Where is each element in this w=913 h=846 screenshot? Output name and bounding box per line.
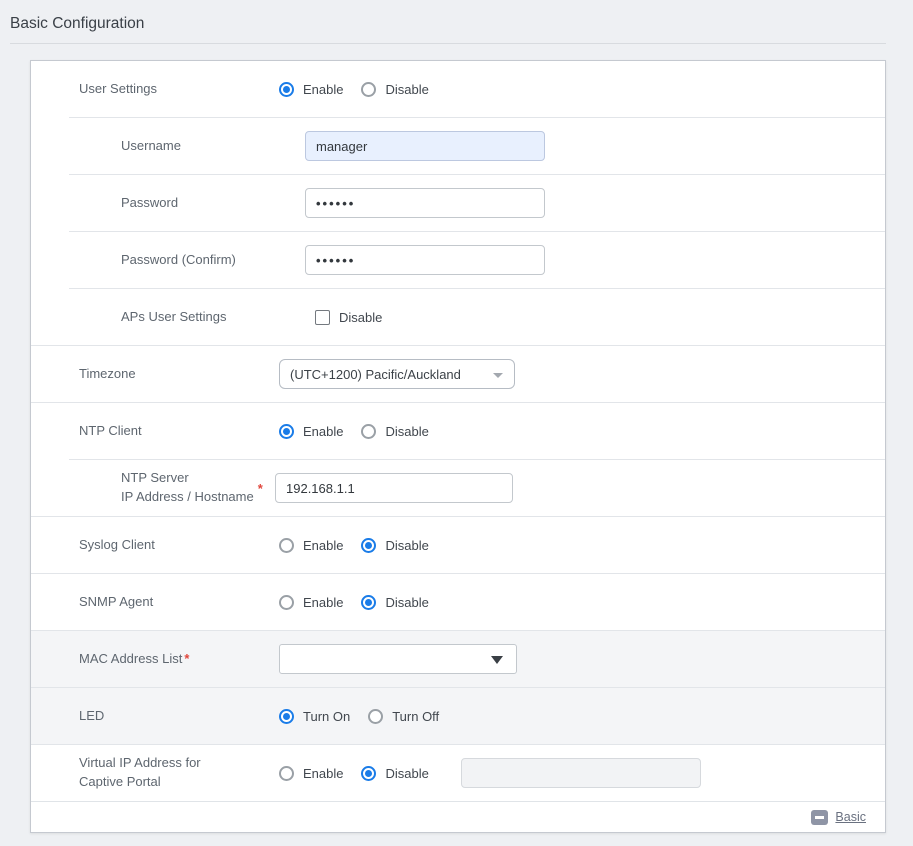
ntp-client-disable-label: Disable <box>385 424 428 439</box>
user-settings-disable-option[interactable]: Disable <box>361 82 428 97</box>
required-asterisk: * <box>184 651 189 666</box>
virtual-ip-enable-label: Enable <box>303 766 343 781</box>
row-virtual-ip: Virtual IP Address for Captive Portal En… <box>31 745 885 801</box>
syslog-client-enable-radio[interactable] <box>279 538 294 553</box>
ntp-client-enable-option[interactable]: Enable <box>279 424 343 439</box>
ntp-client-enable-radio[interactable] <box>279 424 294 439</box>
row-syslog-client: Syslog Client Enable Disable <box>31 517 885 573</box>
virtual-ip-input <box>461 758 701 788</box>
password-confirm-input[interactable] <box>305 245 545 275</box>
led-turn-off-option[interactable]: Turn Off <box>368 709 439 724</box>
snmp-agent-label: SNMP Agent <box>79 593 279 612</box>
row-snmp-agent: SNMP Agent Enable Disable <box>31 574 885 630</box>
user-settings-enable-radio[interactable] <box>279 82 294 97</box>
row-ntp-server: NTP Server IP Address / Hostname * <box>31 460 885 516</box>
led-turn-off-radio[interactable] <box>368 709 383 724</box>
page-header: Basic Configuration <box>0 0 913 43</box>
row-password: Password <box>31 175 885 231</box>
password-confirm-label: Password (Confirm) <box>121 251 305 270</box>
ntp-client-disable-option[interactable]: Disable <box>361 424 428 439</box>
syslog-client-disable-radio[interactable] <box>361 538 376 553</box>
ntp-client-label: NTP Client <box>79 422 279 441</box>
basic-configuration-panel: User Settings Enable Disable Username Pa… <box>30 60 886 833</box>
timezone-select[interactable]: (UTC+1200) Pacific/Auckland <box>279 359 515 389</box>
snmp-agent-disable-radio[interactable] <box>361 595 376 610</box>
password-input[interactable] <box>305 188 545 218</box>
ntp-client-enable-label: Enable <box>303 424 343 439</box>
led-label: LED <box>79 707 279 726</box>
user-settings-disable-label: Disable <box>385 82 428 97</box>
aps-user-settings-label: APs User Settings <box>121 308 315 327</box>
virtual-ip-enable-option[interactable]: Enable <box>279 766 343 781</box>
virtual-ip-label: Virtual IP Address for Captive Portal <box>79 754 279 792</box>
syslog-client-disable-option[interactable]: Disable <box>361 538 428 553</box>
chevron-down-icon <box>493 373 503 378</box>
username-input[interactable] <box>305 131 545 161</box>
ntp-client-disable-radio[interactable] <box>361 424 376 439</box>
led-turn-on-label: Turn On <box>303 709 350 724</box>
basic-collapse-link[interactable]: Basic <box>835 810 866 824</box>
snmp-agent-enable-option[interactable]: Enable <box>279 595 343 610</box>
ntp-server-label: NTP Server IP Address / Hostname <box>121 469 254 507</box>
header-divider <box>10 43 886 44</box>
snmp-agent-disable-label: Disable <box>385 595 428 610</box>
row-aps-user-settings: APs User Settings Disable <box>31 289 885 345</box>
aps-user-settings-checkbox-label: Disable <box>339 310 382 325</box>
virtual-ip-disable-radio[interactable] <box>361 766 376 781</box>
syslog-client-label: Syslog Client <box>79 536 279 555</box>
virtual-ip-enable-radio[interactable] <box>279 766 294 781</box>
ntp-server-label-wrap: NTP Server IP Address / Hostname * <box>121 469 275 507</box>
led-turn-on-option[interactable]: Turn On <box>279 709 350 724</box>
led-turn-off-label: Turn Off <box>392 709 439 724</box>
user-settings-enable-option[interactable]: Enable <box>279 82 343 97</box>
row-ntp-client: NTP Client Enable Disable <box>31 403 885 459</box>
virtual-ip-disable-option[interactable]: Disable <box>361 766 428 781</box>
user-settings-label: User Settings <box>79 80 279 99</box>
page-title: Basic Configuration <box>10 15 903 33</box>
password-label: Password <box>121 194 305 213</box>
row-user-settings: User Settings Enable Disable <box>31 61 885 117</box>
row-mac-address-list: MAC Address List* <box>31 631 885 687</box>
required-asterisk: * <box>258 481 263 496</box>
syslog-client-enable-option[interactable]: Enable <box>279 538 343 553</box>
snmp-agent-disable-option[interactable]: Disable <box>361 595 428 610</box>
timezone-label: Timezone <box>79 365 279 384</box>
syslog-client-disable-label: Disable <box>385 538 428 553</box>
led-turn-on-radio[interactable] <box>279 709 294 724</box>
snmp-agent-enable-label: Enable <box>303 595 343 610</box>
username-label: Username <box>121 137 305 156</box>
row-led: LED Turn On Turn Off <box>31 688 885 744</box>
syslog-client-enable-label: Enable <box>303 538 343 553</box>
ntp-server-input[interactable] <box>275 473 513 503</box>
panel-footer: Basic <box>31 801 885 832</box>
snmp-agent-enable-radio[interactable] <box>279 595 294 610</box>
user-settings-disable-radio[interactable] <box>361 82 376 97</box>
aps-user-settings-disable-checkbox[interactable] <box>315 310 330 325</box>
row-username: Username <box>31 118 885 174</box>
row-timezone: Timezone (UTC+1200) Pacific/Auckland <box>31 346 885 402</box>
row-password-confirm: Password (Confirm) <box>31 232 885 288</box>
virtual-ip-disable-label: Disable <box>385 766 428 781</box>
timezone-selected-value: (UTC+1200) Pacific/Auckland <box>290 367 461 382</box>
user-settings-enable-label: Enable <box>303 82 343 97</box>
collapse-minus-icon[interactable] <box>811 810 828 825</box>
mac-address-list-select[interactable] <box>279 644 517 674</box>
dropdown-arrow-icon <box>491 656 503 664</box>
mac-address-list-label: MAC Address List* <box>79 650 279 669</box>
